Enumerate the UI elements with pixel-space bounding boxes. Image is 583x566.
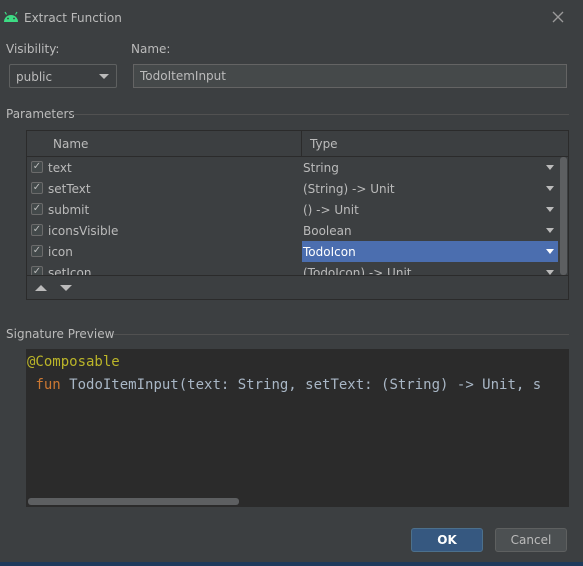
parameters-divider xyxy=(72,114,569,115)
annotation-token: @Composable xyxy=(27,354,120,370)
parameter-type-select[interactable]: String xyxy=(302,157,558,178)
signature-preview[interactable]: @Composable fun TodoItemInput(text: Stri… xyxy=(26,349,569,507)
parameter-rows: ✓ text String ✓ setText (String) -> Unit… xyxy=(27,157,558,275)
visibility-select[interactable]: public xyxy=(9,64,117,88)
column-header-type[interactable]: Type xyxy=(310,137,338,151)
signature-divider xyxy=(113,334,569,335)
parameter-checkbox[interactable]: ✓ xyxy=(31,203,43,215)
keyword-token: fun xyxy=(35,377,61,393)
parameter-name: setText xyxy=(48,182,91,196)
table-row[interactable]: ✓ setText (String) -> Unit xyxy=(27,178,558,199)
table-row[interactable]: ✓ submit () -> Unit xyxy=(27,199,558,220)
window-bottom-edge xyxy=(0,562,583,566)
chevron-down-icon xyxy=(546,186,554,191)
parameter-type: (TodoIcon) -> Unit xyxy=(303,266,412,275)
parameter-type-select[interactable]: (TodoIcon) -> Unit xyxy=(302,262,558,275)
scrollbar-thumb[interactable] xyxy=(28,498,239,505)
parameter-name: submit xyxy=(48,203,90,217)
table-toolbar xyxy=(27,275,568,299)
chevron-down-icon xyxy=(99,74,109,79)
table-row-selected[interactable]: ✓ icon TodoIcon xyxy=(27,241,558,262)
parameter-type-select[interactable]: TodoIcon xyxy=(302,241,558,262)
parameter-name: setIcon xyxy=(48,266,92,275)
parameter-type-select[interactable]: (String) -> Unit xyxy=(302,178,558,199)
parameters-table: Name Type ✓ text String ✓ setText (Strin… xyxy=(26,130,569,300)
parameter-name: iconsVisible xyxy=(48,224,119,238)
table-row[interactable]: ✓ iconsVisible Boolean xyxy=(27,220,558,241)
parameter-checkbox[interactable]: ✓ xyxy=(31,266,43,275)
name-label: Name: xyxy=(131,42,171,56)
android-icon xyxy=(4,11,18,22)
parameter-checkbox[interactable]: ✓ xyxy=(31,161,43,173)
parameter-type-select[interactable]: Boolean xyxy=(302,220,558,241)
chevron-down-icon xyxy=(546,207,554,212)
close-icon[interactable] xyxy=(550,9,566,25)
parameter-type-select[interactable]: () -> Unit xyxy=(302,199,558,220)
parameter-type: () -> Unit xyxy=(303,203,359,217)
visibility-value: public xyxy=(16,70,53,84)
ok-button[interactable]: OK xyxy=(411,528,483,552)
column-separator[interactable] xyxy=(301,131,302,156)
visibility-label: Visibility: xyxy=(6,42,60,56)
cancel-button[interactable]: Cancel xyxy=(495,528,567,552)
parameter-checkbox[interactable]: ✓ xyxy=(31,245,43,257)
chevron-down-icon xyxy=(546,165,554,170)
parameter-type: (String) -> Unit xyxy=(303,182,395,196)
parameter-checkbox[interactable]: ✓ xyxy=(31,224,43,236)
parameter-checkbox[interactable]: ✓ xyxy=(31,182,43,194)
chevron-down-icon xyxy=(546,249,554,254)
signature-section-label: Signature Preview xyxy=(6,327,115,341)
parameter-type: Boolean xyxy=(303,224,352,238)
parameter-type: TodoIcon xyxy=(303,245,356,259)
window-title: Extract Function xyxy=(24,11,122,25)
move-down-icon[interactable] xyxy=(60,285,72,291)
function-name-input[interactable] xyxy=(133,64,567,88)
scrollbar-thumb[interactable] xyxy=(560,157,567,275)
column-header-name[interactable]: Name xyxy=(53,137,88,151)
parameter-name: text xyxy=(48,161,72,175)
preview-scrollbar[interactable] xyxy=(26,495,569,507)
move-up-icon[interactable] xyxy=(35,285,47,291)
code-line-annotation: @Composable xyxy=(27,354,120,370)
parameter-name: icon xyxy=(48,245,73,259)
table-row[interactable]: ✓ setIcon (TodoIcon) -> Unit xyxy=(27,262,558,275)
code-line-signature: fun TodoItemInput(text: String, setText:… xyxy=(27,377,541,393)
table-scrollbar[interactable] xyxy=(558,157,568,275)
table-header: Name Type xyxy=(27,131,568,157)
title-bar: Extract Function xyxy=(0,0,583,36)
parameter-type: String xyxy=(303,161,339,175)
table-row[interactable]: ✓ text String xyxy=(27,157,558,178)
signature-text: TodoItemInput(text: String, setText: (St… xyxy=(60,377,542,393)
chevron-down-icon xyxy=(546,228,554,233)
parameters-section-label: Parameters xyxy=(6,107,75,121)
